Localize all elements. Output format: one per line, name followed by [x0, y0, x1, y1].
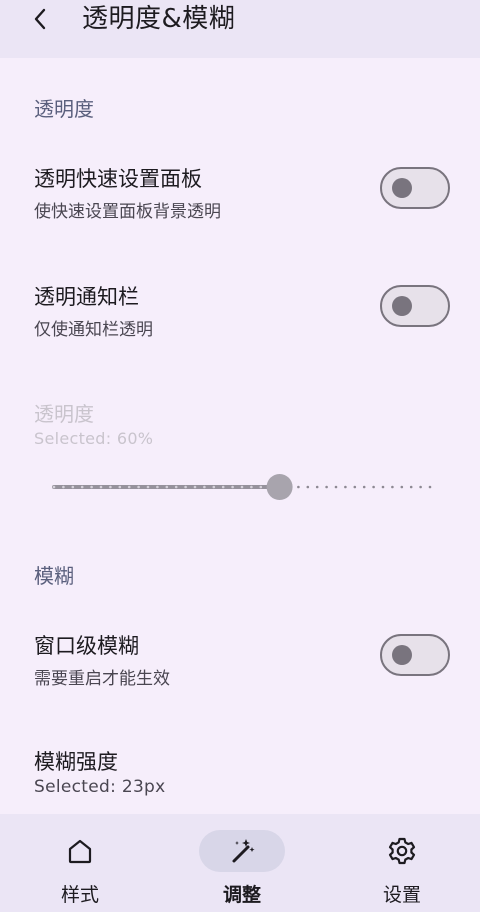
qs-panel-toggle[interactable]	[380, 167, 450, 209]
slider-tick	[240, 485, 244, 489]
slider-tick	[344, 485, 347, 489]
slider-tick	[231, 485, 234, 489]
slider-tick	[80, 485, 84, 489]
nav-item-settings[interactable]: 设置	[342, 814, 462, 912]
screen: 透明度&模糊 透明度 透明快速设置面板 使快速设置面板背景透明 透明通知栏 仅使…	[0, 0, 480, 912]
setting-subtitle: 使快速设置面板背景透明	[34, 202, 221, 222]
gear-icon	[388, 837, 416, 865]
slider-tick	[52, 485, 56, 489]
setting-title: 透明快速设置面板	[34, 167, 202, 191]
slider-tick	[221, 485, 225, 489]
setting-subtitle: 仅使通知栏透明	[34, 320, 153, 340]
nav-indicator	[359, 830, 445, 872]
nav-indicator	[37, 830, 123, 872]
setting-row-notification-bar[interactable]: 透明通知栏 仅使通知栏透明	[0, 281, 480, 365]
toggle-thumb	[392, 178, 412, 198]
slider-tick	[353, 485, 357, 489]
slider-tick	[90, 485, 93, 489]
nav-label: 样式	[60, 884, 99, 906]
opacity-slider[interactable]	[52, 470, 432, 504]
nav-indicator-active	[199, 830, 285, 872]
slider-tick	[165, 485, 169, 489]
slider-tick	[391, 485, 394, 489]
bottom-navigation: 样式 调整 设置	[0, 814, 480, 912]
slider-tick	[315, 485, 319, 489]
slider-tick	[362, 485, 366, 489]
slider-tick	[409, 485, 413, 489]
toggle-thumb	[392, 296, 412, 316]
setting-row-qs-panel[interactable]: 透明快速设置面板 使快速设置面板背景透明	[0, 163, 480, 247]
slider-tick	[137, 485, 140, 489]
blur-strength-title[interactable]: 模糊强度	[34, 746, 118, 776]
slider-tick	[297, 485, 300, 489]
slider-thumb[interactable]	[266, 474, 293, 500]
nav-item-style[interactable]: 样式	[20, 814, 140, 912]
slider-tick	[156, 485, 159, 489]
opacity-selected-value: Selected: 60%	[34, 429, 154, 448]
opacity-title: 透明度	[34, 402, 94, 426]
slider-tick	[193, 485, 197, 489]
blur-strength-selected-value: Selected: 23px	[34, 777, 166, 797]
toggle-thumb	[392, 645, 412, 665]
section-title-blur: 模糊	[34, 564, 74, 588]
slider-tick	[174, 485, 178, 489]
setting-row-window-blur[interactable]: 窗口级模糊 需要重启才能生效	[0, 630, 480, 714]
slider-tick	[250, 485, 253, 489]
section-title-transparency: 透明度	[34, 97, 94, 121]
setting-title: 窗口级模糊	[34, 634, 139, 658]
slider-tick	[381, 485, 385, 489]
slider-tick	[212, 485, 216, 489]
nav-item-adjust[interactable]: 调整	[182, 814, 302, 912]
slider-tick	[306, 485, 310, 489]
slider-tick	[109, 485, 112, 489]
back-button[interactable]	[22, 0, 58, 38]
slider-tick	[400, 485, 404, 489]
notification-bar-toggle[interactable]	[380, 285, 450, 327]
setting-subtitle: 需要重启才能生效	[34, 669, 170, 689]
slider-tick	[372, 485, 375, 489]
window-blur-toggle[interactable]	[380, 634, 450, 676]
nav-label: 设置	[382, 884, 421, 906]
nav-label: 调整	[222, 884, 261, 906]
slider-tick	[334, 485, 338, 489]
chevron-left-icon	[34, 8, 46, 30]
slider-tick	[259, 485, 263, 489]
slider-tick	[184, 485, 187, 489]
slider-tick	[428, 485, 432, 489]
magic-wand-icon	[232, 839, 255, 863]
slider-tick	[146, 485, 150, 489]
top-app-bar: 透明度&模糊	[0, 0, 480, 58]
page-title: 透明度&模糊	[82, 4, 236, 34]
slider-tick	[62, 485, 65, 489]
slider-tick	[419, 485, 422, 489]
slider-tick	[203, 485, 206, 489]
slider-tick	[99, 485, 103, 489]
slider-tick	[325, 485, 328, 489]
setting-title: 透明通知栏	[34, 285, 139, 309]
slider-tick	[127, 485, 131, 489]
slider-tick	[71, 485, 75, 489]
slider-tick	[118, 485, 122, 489]
home-icon	[68, 839, 92, 864]
